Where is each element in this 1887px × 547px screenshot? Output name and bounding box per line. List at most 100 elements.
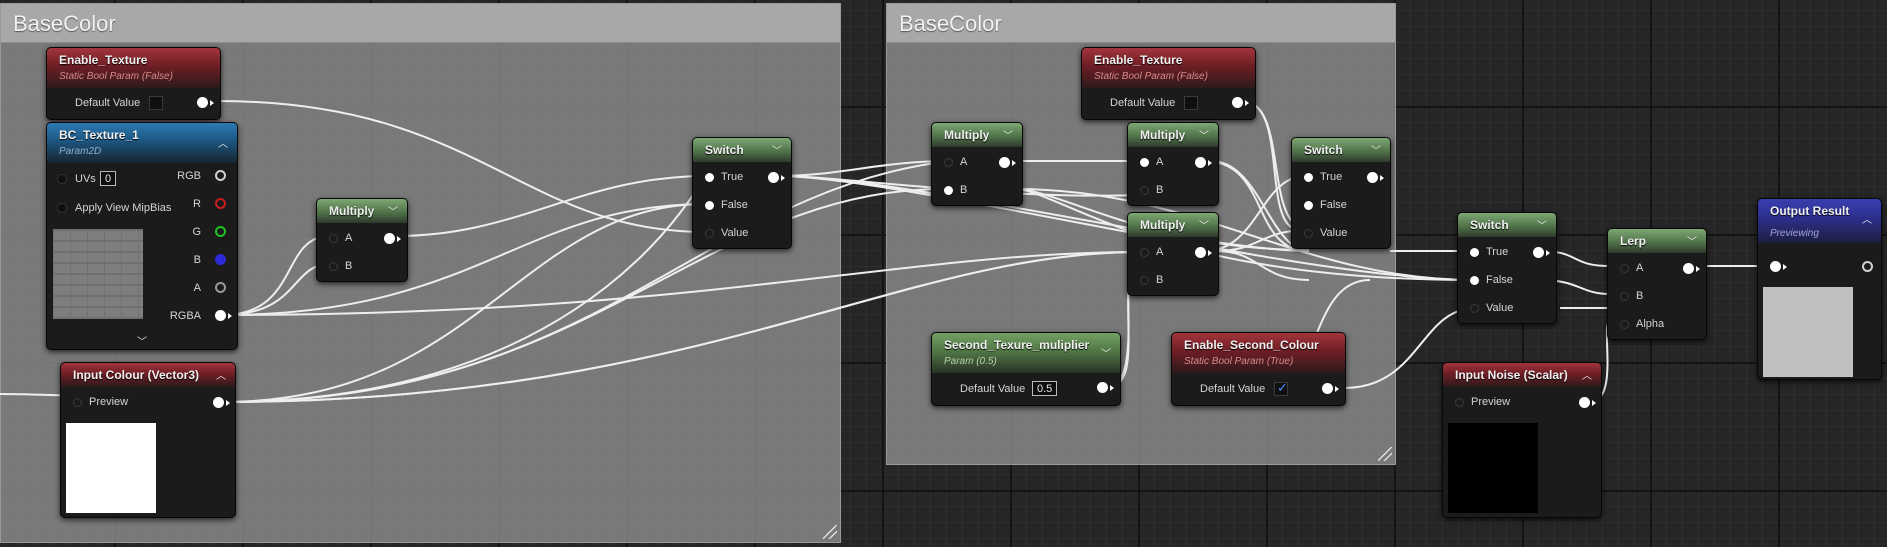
output-pin[interactable] (1195, 247, 1206, 258)
output-pin[interactable] (999, 157, 1010, 168)
output-pin[interactable] (1862, 261, 1873, 272)
false-input-label: False (721, 199, 748, 211)
multiply-node[interactable]: Multiply ﹀ A B (931, 122, 1023, 206)
multiply-node[interactable]: Multiply ﹀ A B (1127, 122, 1219, 206)
b-input-pin[interactable] (1140, 276, 1149, 285)
b-output-pin[interactable] (215, 254, 226, 265)
lerp-node[interactable]: Lerp ﹀ A B Alpha (1607, 228, 1707, 340)
chevron-down-icon[interactable]: ﹀ (772, 142, 782, 157)
switch-node[interactable]: Switch ﹀ True False Value (1291, 137, 1391, 249)
b-input-pin[interactable] (329, 262, 338, 271)
output-pin[interactable] (1195, 157, 1206, 168)
output-pin[interactable] (213, 397, 224, 408)
b-input-pin[interactable] (1140, 186, 1149, 195)
default-value-checkbox[interactable] (1184, 96, 1198, 110)
node-title: Lerp (1620, 234, 1647, 248)
false-input-pin[interactable] (1470, 276, 1479, 285)
true-input-pin[interactable] (1470, 248, 1479, 257)
second-texture-multiplier-node[interactable]: Second_Texure_muliplier Param (0.5) ﹀ De… (931, 332, 1121, 406)
output-pin[interactable] (768, 172, 779, 183)
default-value-input[interactable]: 0.5 (1032, 381, 1058, 396)
rgb-output-pin[interactable] (215, 170, 226, 181)
output-pin-arrow (1012, 160, 1016, 166)
b-input-pin[interactable] (944, 186, 953, 195)
b-input-pin[interactable] (1620, 292, 1629, 301)
switch-node[interactable]: Switch ﹀ True False Value (1457, 212, 1557, 324)
default-value-checkbox[interactable] (149, 96, 163, 110)
output-result-node[interactable]: Output Result Previewing ︿ (1757, 198, 1882, 380)
result-preview-swatch (1763, 287, 1853, 377)
preview-input-pin[interactable] (73, 398, 82, 407)
a-output-pin[interactable] (215, 282, 226, 293)
output-pin-arrow (397, 236, 401, 242)
alpha-input-pin[interactable] (1620, 320, 1629, 329)
value-input-pin[interactable] (705, 229, 714, 238)
output-pin[interactable] (1232, 97, 1243, 108)
rgba-output-arrow (228, 313, 232, 319)
input-colour-node[interactable]: Input Colour (Vector3) ︿ Preview (60, 362, 236, 518)
output-pin[interactable] (1579, 397, 1590, 408)
output-pin[interactable] (1533, 247, 1544, 258)
rgba-output-pin[interactable] (215, 310, 226, 321)
uvs-pin[interactable] (57, 174, 67, 184)
value-input-pin[interactable] (1304, 229, 1313, 238)
uvs-input[interactable]: 0 (100, 171, 117, 186)
node-title: Enable_Texture (1094, 53, 1183, 67)
chevron-down-icon[interactable]: ﹀ (1687, 233, 1697, 248)
output-pin[interactable] (1683, 263, 1694, 274)
a-input-pin[interactable] (1620, 264, 1629, 273)
chevron-down-icon[interactable]: ﹀ (1003, 127, 1013, 142)
chevron-down-icon[interactable]: ﹀ (1199, 127, 1209, 142)
true-input-pin[interactable] (1304, 173, 1313, 182)
b-input-label: B (1156, 274, 1164, 286)
true-input-label: True (1486, 246, 1509, 258)
enable-texture-node[interactable]: Enable_Texture Static Bool Param (False)… (46, 47, 221, 120)
node-title: Multiply (944, 128, 990, 142)
node-title: Multiply (1140, 218, 1186, 232)
true-input-pin[interactable] (705, 173, 714, 182)
bc-texture-node[interactable]: BC_Texture_1 Param2D ︿ UVs 0 Apply View … (46, 122, 238, 350)
false-input-pin[interactable] (705, 201, 714, 210)
switch-node[interactable]: Switch ﹀ True False Value (692, 137, 792, 249)
chevron-down-icon[interactable]: ﹀ (1371, 142, 1381, 157)
false-input-pin[interactable] (1304, 201, 1313, 210)
output-pin-arrow (226, 400, 230, 406)
enable-second-colour-node[interactable]: Enable_Second_Colour Static Bool Param (… (1171, 332, 1346, 406)
a-input-pin[interactable] (944, 158, 953, 167)
default-value-label: Default Value (1110, 97, 1176, 109)
a-input-pin[interactable] (1140, 248, 1149, 257)
collapse-icon[interactable]: ︿ (1862, 211, 1872, 226)
colour-preview-swatch (66, 423, 156, 513)
g-output-pin[interactable] (215, 226, 226, 237)
collapse-icon[interactable]: ︿ (218, 135, 228, 150)
default-value-checkbox[interactable] (1274, 380, 1288, 396)
chevron-down-icon[interactable]: ﹀ (388, 203, 398, 218)
value-input-pin[interactable] (1470, 304, 1479, 313)
a-input-pin[interactable] (329, 234, 338, 243)
chevron-down-icon[interactable]: ﹀ (1199, 217, 1209, 232)
collapse-icon[interactable]: ︿ (1582, 367, 1592, 382)
output-pin[interactable] (384, 233, 395, 244)
output-pin[interactable] (197, 97, 208, 108)
multiply-node[interactable]: Multiply ﹀ A B (316, 198, 408, 282)
a-input-label: A (1156, 156, 1164, 168)
multiply-node[interactable]: Multiply ﹀ A B (1127, 212, 1219, 296)
chevron-down-icon[interactable]: ﹀ (1101, 345, 1111, 360)
a-input-pin[interactable] (1140, 158, 1149, 167)
input-noise-node[interactable]: Input Noise (Scalar) ︿ Preview (1442, 362, 1602, 518)
input-pin[interactable] (1770, 261, 1781, 272)
preview-input-pin[interactable] (1455, 398, 1464, 407)
output-pin[interactable] (1367, 172, 1378, 183)
output-pin[interactable] (1097, 382, 1108, 393)
node-title: Input Noise (Scalar) (1455, 368, 1568, 382)
output-pin[interactable] (1322, 383, 1333, 394)
value-input-label: Value (1320, 227, 1348, 239)
enable-texture-node[interactable]: Enable_Texture Static Bool Param (False)… (1081, 47, 1256, 120)
expand-icon[interactable]: ﹀ (137, 333, 147, 348)
chevron-down-icon[interactable]: ﹀ (1537, 217, 1547, 232)
r-output-pin[interactable] (215, 198, 226, 209)
true-input-label: True (721, 171, 744, 183)
mipbias-pin[interactable] (57, 203, 67, 213)
collapse-icon[interactable]: ︿ (216, 367, 226, 382)
output-pin-arrow (1592, 400, 1596, 406)
